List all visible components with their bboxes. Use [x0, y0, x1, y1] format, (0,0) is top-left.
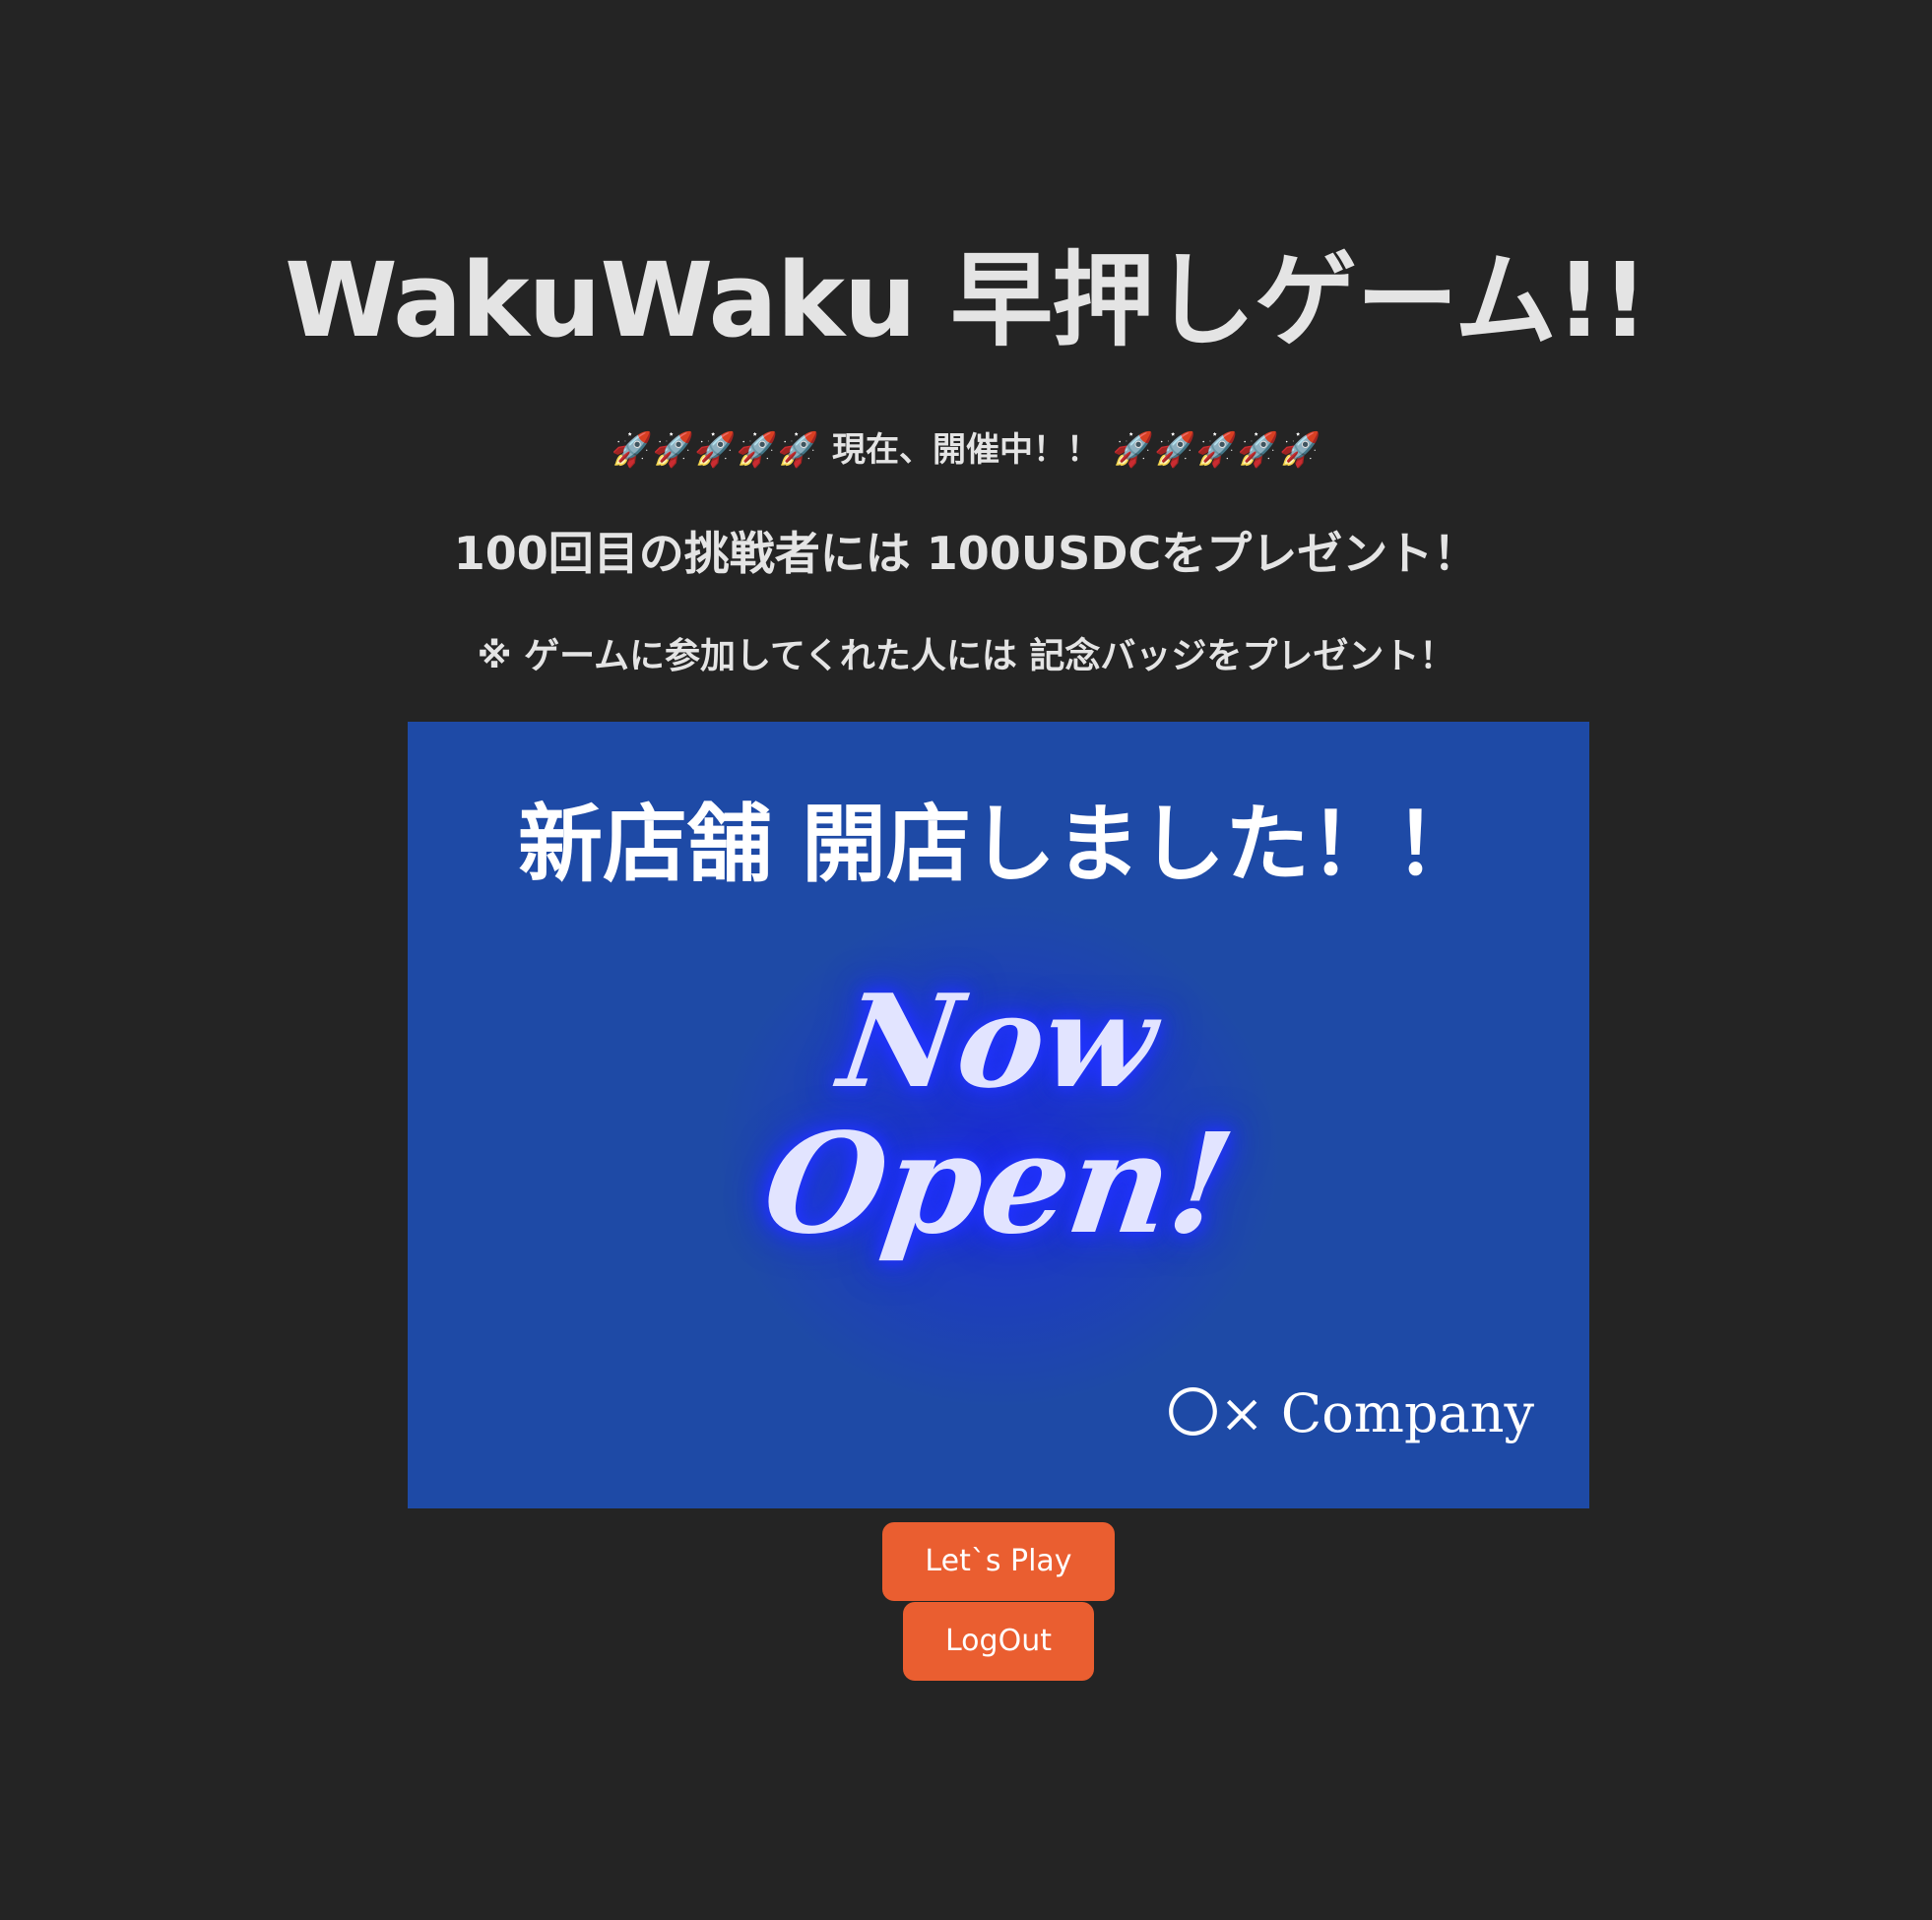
page-title: WakuWaku 早押しゲーム!!: [285, 240, 1648, 360]
status-text: 現在、開催中！！: [820, 430, 1112, 470]
status-line: 🚀🚀🚀🚀🚀 現在、開催中！！ 🚀🚀🚀🚀🚀: [0, 425, 1932, 475]
banner-now-text: Now: [831, 966, 1166, 1117]
rocket-icons-left: 🚀🚀🚀🚀🚀: [611, 430, 820, 470]
banner-company-name: 〇× Company: [1166, 1382, 1535, 1444]
badge-notice: ※ ゲームに参加してくれた人には 記念バッジをプレゼント！: [477, 636, 1455, 676]
logout-button[interactable]: LogOut: [903, 1602, 1094, 1681]
rocket-icons-right: 🚀🚀🚀🚀🚀: [1112, 430, 1321, 470]
lets-play-button[interactable]: Let`s Play: [882, 1522, 1115, 1601]
banner-heading: 新店舗 開店しました！！: [518, 796, 1479, 894]
promo-banner-image: 新店舗 開店しました！！ Now Open! 〇× Company: [408, 722, 1589, 1508]
banner-open-text: Open!: [754, 1104, 1243, 1265]
prize-text: 100回目の挑戦者には 100USDCをプレゼント！: [453, 527, 1479, 580]
page-root: WakuWaku 早押しゲーム!! 🚀🚀🚀🚀🚀 現在、開催中！！ 🚀🚀🚀🚀🚀 1…: [0, 0, 1932, 1920]
